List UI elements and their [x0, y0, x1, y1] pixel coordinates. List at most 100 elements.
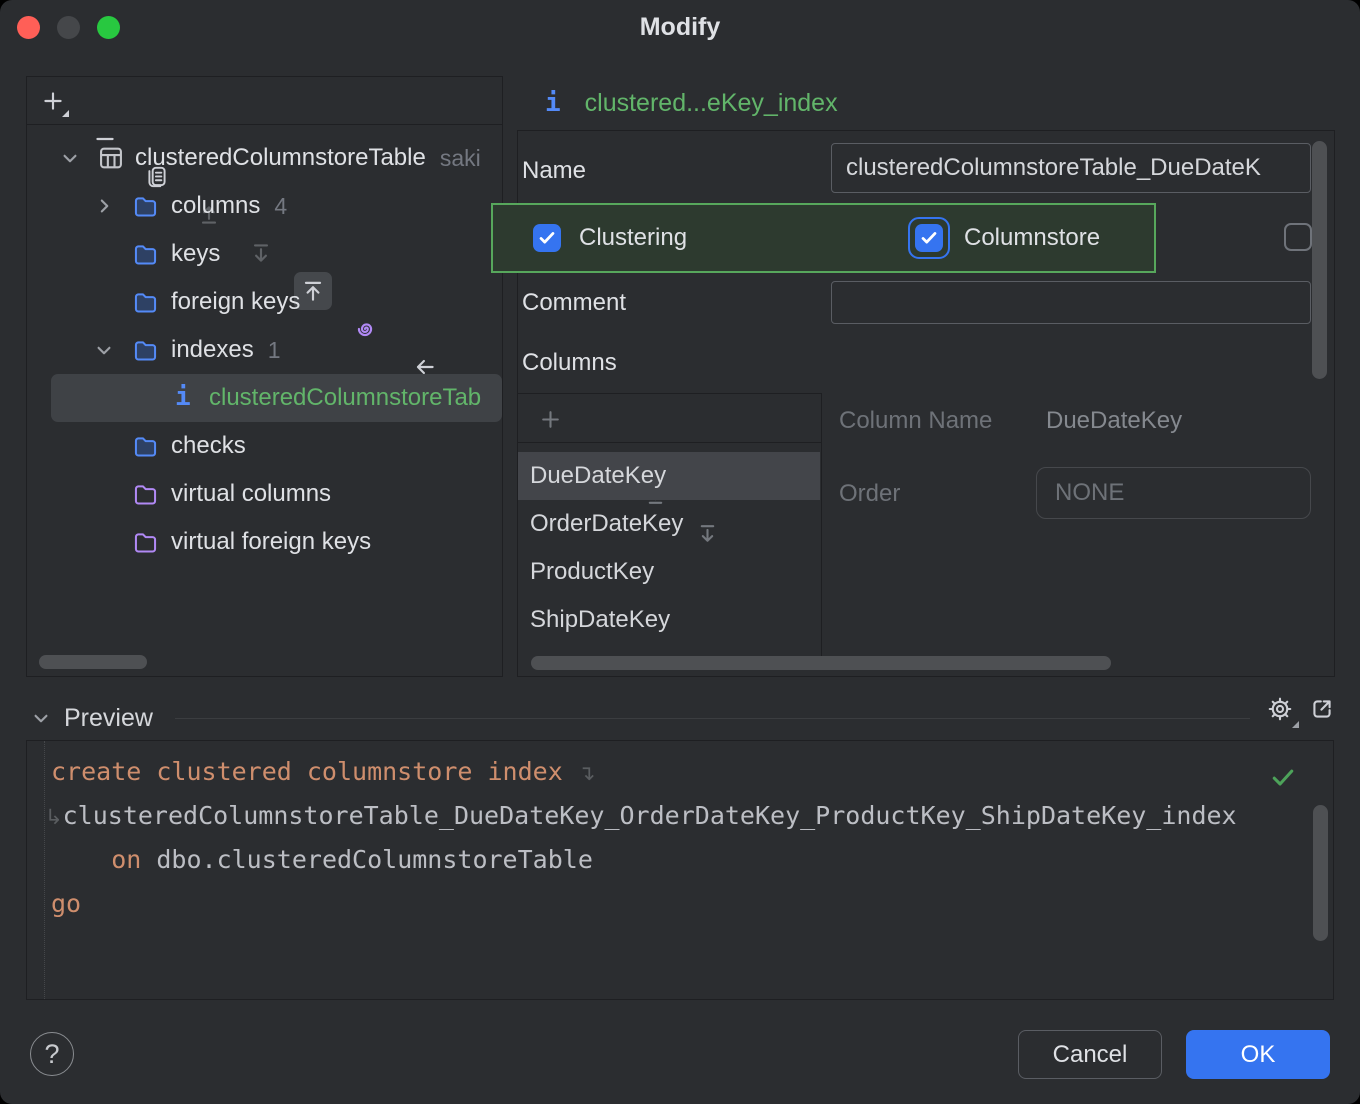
- column-list-item[interactable]: OrderDateKey: [518, 500, 820, 548]
- item-count: 1: [268, 337, 281, 364]
- tree-item-label: virtual columns: [171, 480, 331, 508]
- tree-item-label: checks: [171, 432, 246, 460]
- cancel-button[interactable]: Cancel: [1018, 1030, 1162, 1079]
- folder-icon: [132, 193, 159, 227]
- code-line-4: go: [51, 882, 81, 926]
- soft-wrap-marker: ↴: [578, 761, 596, 785]
- column-item-label: DueDateKey: [530, 462, 666, 490]
- column-item-label: ShipDateKey: [530, 606, 670, 634]
- preview-vertical-scrollbar[interactable]: [1313, 805, 1328, 941]
- columns-toolbar: [518, 394, 821, 443]
- check-icon: [536, 227, 558, 249]
- name-label: Name: [522, 157, 586, 185]
- dialog-title: Modify: [0, 13, 1360, 42]
- open-in-editor-button[interactable]: [1303, 690, 1341, 728]
- add-column-button[interactable]: [531, 400, 569, 438]
- schema-suffix: saki: [440, 145, 481, 172]
- columns-label: Columns: [522, 349, 617, 377]
- folder-purple-icon: [132, 529, 159, 563]
- tree-item-columns[interactable]: columns 4: [27, 182, 502, 230]
- code-line-3: on dbo.clusteredColumnstoreTable: [51, 838, 593, 882]
- clustering-label: Clustering: [579, 224, 687, 252]
- columnstore-checkbox-focus-ring: [908, 217, 950, 259]
- ok-label: OK: [1241, 1041, 1276, 1069]
- clipped-checkbox[interactable]: [1284, 223, 1312, 251]
- tree-item-label: clusteredColumnstoreTable: [135, 144, 426, 172]
- sql-indent: [51, 845, 111, 874]
- folder-purple-icon: [132, 481, 159, 515]
- preview-divider: [175, 718, 1250, 719]
- index-header: i clustered...eKey_index: [545, 86, 838, 120]
- folder-icon: [132, 433, 159, 467]
- preview-header: Preview: [0, 695, 1360, 740]
- modify-dialog: Modify: [0, 0, 1360, 1104]
- column-list-item[interactable]: ShipDateKey: [518, 596, 820, 644]
- details-vertical-scrollbar[interactable]: [1312, 141, 1327, 379]
- folder-icon: [132, 289, 159, 323]
- tree-item-checks[interactable]: checks: [27, 422, 502, 470]
- column-list: DueDateKey OrderDateKey ProductKey ShipD…: [518, 452, 820, 657]
- clustering-checkbox[interactable]: [533, 224, 561, 252]
- tree-horizontal-scrollbar[interactable]: [39, 655, 147, 669]
- column-item-label: OrderDateKey: [530, 510, 683, 538]
- column-name-value: DueDateKey: [1046, 407, 1182, 435]
- sql-keyword: go: [51, 889, 81, 918]
- tree-item-indexes[interactable]: indexes 1: [27, 326, 502, 374]
- index-i-icon: i: [175, 382, 191, 412]
- cancel-label: Cancel: [1053, 1041, 1128, 1069]
- chevron-right-icon[interactable]: [91, 193, 117, 226]
- columnstore-label: Columnstore: [964, 224, 1100, 252]
- soft-wrap-continuation-marker: ↳: [45, 805, 63, 829]
- tree-item-label: virtual foreign keys: [171, 528, 371, 556]
- tree-item-keys[interactable]: keys: [27, 230, 502, 278]
- tree-item-label: keys: [171, 240, 220, 268]
- chevron-down-icon[interactable]: [91, 337, 117, 370]
- dropdown-corner-icon: [1292, 721, 1299, 728]
- tree-item-virtual-foreign-keys[interactable]: virtual foreign keys: [27, 518, 502, 566]
- folder-icon: [132, 337, 159, 371]
- name-input[interactable]: clusteredColumnstoreTable_DueDateK: [831, 143, 1311, 193]
- ok-button[interactable]: OK: [1186, 1030, 1330, 1079]
- object-tree-panel: clusteredColumnstoreTable saki columns 4…: [26, 76, 503, 677]
- order-label: Order: [839, 480, 900, 508]
- open-in-new-icon: [1308, 695, 1336, 723]
- help-button[interactable]: ?: [30, 1032, 74, 1076]
- tree-item-label: indexes: [171, 336, 254, 364]
- index-header-label: clustered...eKey_index: [585, 89, 838, 118]
- column-item-label: ProductKey: [530, 558, 654, 586]
- sql-keywords: create clustered columnstore index: [51, 757, 563, 786]
- order-select[interactable]: NONE: [1036, 467, 1311, 519]
- sql-preview-editor[interactable]: create clustered columnstore index ↴ ↳cl…: [26, 740, 1334, 1000]
- sql-table-ref: dbo.clusteredColumnstoreTable: [141, 845, 593, 874]
- check-icon: [918, 227, 940, 249]
- name-value: clusteredColumnstoreTable_DueDateK: [846, 154, 1261, 182]
- table-icon: [97, 144, 125, 179]
- comment-input[interactable]: [831, 281, 1311, 324]
- sql-keyword: on: [111, 845, 141, 874]
- tree-item-label: columns: [171, 192, 260, 220]
- columnstore-checkbox[interactable]: [915, 224, 943, 252]
- tree-toolbar: [27, 77, 502, 125]
- preview-settings-button[interactable]: [1261, 690, 1299, 728]
- chevron-down-icon[interactable]: [28, 705, 54, 736]
- details-horizontal-scrollbar[interactable]: [531, 656, 1111, 670]
- sql-identifier: clusteredColumnstoreTable_DueDateKey_Ord…: [63, 801, 1237, 830]
- column-list-item[interactable]: ProductKey: [518, 548, 820, 596]
- tree-item-foreign-keys[interactable]: foreign keys: [27, 278, 502, 326]
- chevron-down-icon[interactable]: [57, 145, 83, 178]
- add-button[interactable]: [34, 82, 72, 120]
- no-problems-checkmark-icon: [1269, 763, 1297, 796]
- tree-item-index-selected[interactable]: i clusteredColumnstoreTab: [27, 374, 502, 422]
- tree-item-virtual-columns[interactable]: virtual columns: [27, 470, 502, 518]
- tree-item-table[interactable]: clusteredColumnstoreTable saki: [27, 134, 502, 182]
- add-icon: [538, 407, 563, 432]
- column-list-item-selected[interactable]: DueDateKey: [518, 452, 820, 500]
- tree-item-label: foreign keys: [171, 288, 300, 316]
- object-tree: clusteredColumnstoreTable saki columns 4…: [27, 134, 502, 646]
- code-line-1: create clustered columnstore index ↴: [51, 750, 595, 795]
- preview-title[interactable]: Preview: [64, 704, 153, 733]
- index-details-panel: Name clusteredColumnstoreTable_DueDateK …: [517, 130, 1335, 677]
- order-value: NONE: [1055, 479, 1124, 507]
- highlighted-options-row: Clustering Columnstore: [491, 203, 1156, 273]
- tree-item-label: clusteredColumnstoreTab: [209, 384, 481, 412]
